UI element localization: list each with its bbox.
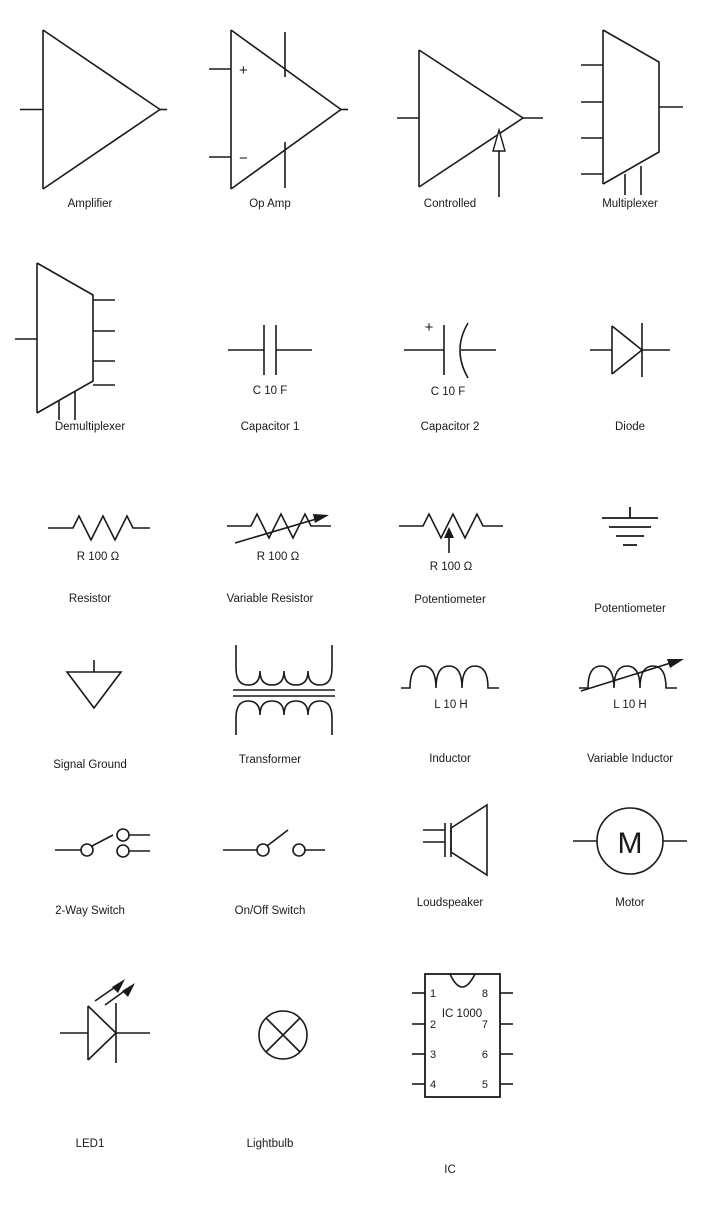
capacitor-icon: C 10 F (228, 325, 312, 397)
capacitor-polarity-label: + (425, 319, 434, 336)
symbol-cell-transformer[interactable]: Transformer (180, 640, 360, 767)
symbol-caption: Diode (614, 421, 646, 433)
symbol-cell-motor[interactable]: M Motor (540, 795, 720, 910)
control-arrow-icon (492, 127, 506, 152)
led-ray-arrow-icon (122, 983, 135, 997)
symbol-caption: Potentiometer (414, 594, 486, 606)
symbol-cell-multiplexer[interactable]: Multiplexer (540, 22, 720, 211)
earth-ground-icon (602, 507, 658, 546)
symbol-cell-capacitor-1[interactable]: C 10 F Capacitor 1 (180, 255, 360, 434)
symbol-cell-lightbulb[interactable]: Lightbulb (180, 975, 360, 1151)
potentiometer-value-label: R 100 Ω (430, 561, 473, 573)
diode-icon (590, 323, 670, 377)
symbol-caption: Multiplexer (602, 198, 658, 210)
symbol-cell-diode[interactable]: Diode (540, 255, 720, 434)
symbol-cell-demultiplexer[interactable]: Demultiplexer (0, 255, 180, 434)
ic-part-label: IC 1000 (442, 1008, 482, 1020)
variable-resistor-value-label: R 100 Ω (257, 551, 300, 563)
inductor-icon: L 10 H (401, 665, 499, 711)
symbol-caption: Amplifier (67, 198, 113, 210)
symbol-caption: IC (444, 1164, 456, 1176)
symbol-caption: LED1 (75, 1138, 105, 1150)
symbol-caption: Lightbulb (246, 1138, 294, 1150)
symbol-caption: Capacitor 1 (240, 421, 300, 433)
symbol-caption: Transformer (238, 754, 302, 766)
capacitor-value-label: C 10 F (431, 386, 466, 398)
symbol-caption: Variable Resistor (226, 593, 314, 605)
demultiplexer-icon (15, 262, 115, 420)
polarized-capacitor-icon: + C 10 F (404, 319, 496, 398)
transformer-icon (233, 645, 335, 735)
symbol-caption: Loudspeaker (416, 897, 484, 909)
symbol-cell-two-way-switch[interactable]: 2-Way Switch (0, 805, 180, 918)
two-way-switch-icon (55, 828, 150, 858)
symbol-caption: Variable Inductor (586, 753, 674, 765)
symbol-caption: On/Off Switch (234, 905, 306, 917)
symbol-cell-capacitor-2[interactable]: + C 10 F Capacitor 2 (360, 255, 540, 434)
symbol-cell-led[interactable]: LED1 (0, 975, 180, 1151)
symbol-caption: Demultiplexer (54, 421, 126, 433)
symbol-cell-inductor[interactable]: L 10 H Inductor (360, 655, 540, 766)
symbol-sheet: Amplifier + − Op Amp Controlled Multiple… (0, 0, 720, 1211)
symbol-caption: Resistor (68, 593, 112, 605)
symbol-caption: Controlled (423, 198, 477, 210)
integrated-circuit-icon: 1 2 3 4 8 7 6 5 IC 1000 (412, 973, 513, 1098)
inductor-value-label: L 10 H (434, 699, 467, 711)
variable-arrow-icon (313, 514, 329, 523)
symbol-caption: Capacitor 2 (420, 421, 480, 433)
symbol-cell-loudspeaker[interactable]: Loudspeaker (360, 795, 540, 910)
symbol-cell-potentiometer-ground[interactable]: Potentiometer (540, 500, 720, 616)
ic-pin-label: 3 (430, 1049, 436, 1061)
led-icon (60, 979, 150, 1063)
ic-pin-label: 4 (430, 1079, 436, 1091)
symbol-cell-controlled[interactable]: Controlled (360, 22, 543, 211)
ic-pin-label: 2 (430, 1019, 436, 1031)
capacitor-value-label: C 10 F (253, 385, 288, 397)
symbol-cell-amplifier[interactable]: Amplifier (0, 22, 180, 211)
multiplexer-icon (581, 29, 683, 195)
op-amp-icon: + − (209, 29, 348, 190)
symbol-cell-ic[interactable]: 1 2 3 4 8 7 6 5 IC 1000 IC (360, 962, 540, 1177)
on-off-switch-icon (223, 829, 325, 857)
ic-pin-label: 7 (482, 1019, 488, 1031)
loudspeaker-icon (423, 803, 488, 877)
symbol-caption: Op Amp (249, 198, 291, 210)
motor-glyph-label: M (618, 827, 643, 860)
symbol-cell-variable-inductor[interactable]: L 10 H Variable Inductor (540, 655, 720, 766)
lightbulb-icon (258, 1010, 308, 1060)
variable-resistor-icon: R 100 Ω (227, 512, 331, 563)
potentiometer-icon: R 100 Ω (399, 512, 503, 573)
symbol-cell-potentiometer[interactable]: R 100 Ω Potentiometer (360, 500, 540, 607)
ic-pin-label: 8 (482, 988, 488, 1000)
op-amp-minus-label: − (239, 150, 248, 167)
symbol-caption: Potentiometer (594, 603, 666, 615)
symbol-caption: Inductor (429, 753, 471, 765)
ic-pin-label: 6 (482, 1049, 488, 1061)
ic-notch-icon (449, 973, 476, 988)
variable-inductor-value-label: L 10 H (613, 699, 646, 711)
amplifier-icon (20, 29, 167, 190)
controlled-source-icon (397, 49, 543, 197)
symbol-caption: Motor (615, 897, 645, 909)
resistor-icon: R 100 Ω (48, 514, 150, 563)
symbol-caption: 2-Way Switch (55, 905, 125, 917)
motor-icon: M (573, 807, 687, 875)
symbol-cell-signal-ground[interactable]: Signal Ground (0, 650, 180, 772)
resistor-value-label: R 100 Ω (77, 551, 120, 563)
variable-arrow-icon (667, 659, 684, 668)
symbol-cell-op-amp[interactable]: + − Op Amp (180, 22, 360, 211)
symbol-cell-on-off-switch[interactable]: On/Off Switch (180, 805, 360, 918)
ic-pin-label: 1 (430, 988, 436, 1000)
variable-inductor-icon: L 10 H (579, 659, 684, 711)
symbol-cell-variable-resistor[interactable]: R 100 Ω Variable Resistor (180, 500, 360, 606)
signal-ground-icon (65, 660, 123, 710)
symbol-caption: Signal Ground (53, 759, 127, 771)
ic-pin-label: 5 (482, 1079, 488, 1091)
symbol-cell-resistor[interactable]: R 100 Ω Resistor (0, 500, 180, 606)
op-amp-plus-label: + (239, 62, 248, 79)
